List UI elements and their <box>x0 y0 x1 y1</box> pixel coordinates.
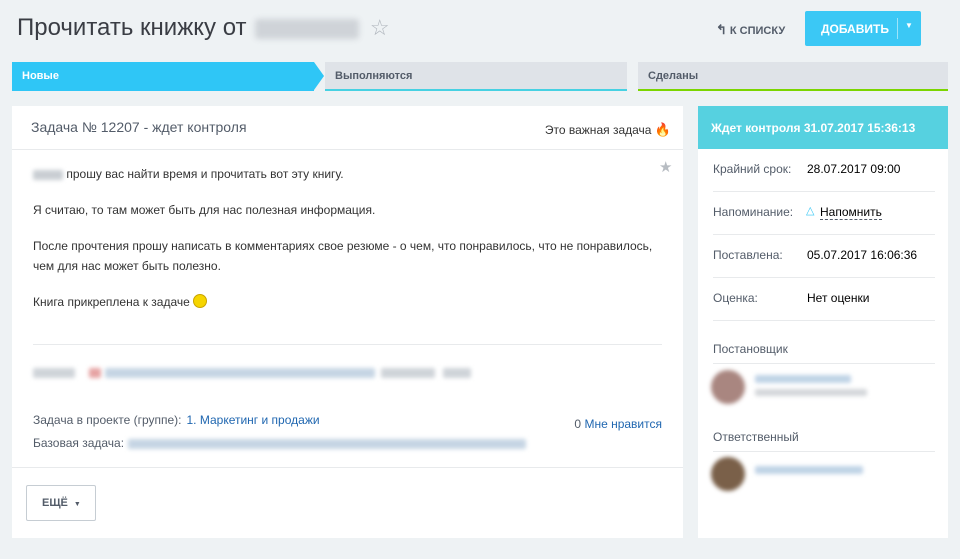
add-button[interactable]: ДОБАВИТЬ ▼ <box>805 11 921 46</box>
like-link[interactable]: Мне нравится <box>584 417 662 431</box>
created-label: Поставлена: <box>713 248 783 262</box>
base-task-row: Базовая задача: <box>33 436 527 450</box>
rating-value[interactable]: Нет оценки <box>807 291 869 305</box>
reminder-row: Напоминание: △ Напомнить <box>713 192 935 235</box>
blurred-file-size <box>381 368 435 378</box>
back-to-list-button[interactable]: ↰ К СПИСКУ <box>716 22 785 38</box>
favorite-star-icon[interactable]: ☆ <box>370 15 390 40</box>
description-paragraph: После прочтения прошу написать в коммент… <box>33 239 653 273</box>
star-icon[interactable]: ★ <box>659 158 672 176</box>
add-button-separator <box>897 18 898 39</box>
avatar <box>711 457 745 491</box>
rating-label: Оценка: <box>713 291 758 305</box>
blurred-person-name[interactable] <box>755 375 851 383</box>
deadline-label: Крайний срок: <box>713 162 792 176</box>
bell-icon: △ <box>806 205 815 217</box>
stage-in-progress[interactable]: Выполняются <box>325 62 627 91</box>
rating-row: Оценка: Нет оценки <box>713 278 935 321</box>
back-arrow-icon: ↰ <box>716 22 727 37</box>
page-title: Прочитать книжку от ☆ <box>17 14 390 42</box>
chevron-down-icon: ▼ <box>73 501 81 508</box>
avatar <box>711 370 745 404</box>
description-text: Книга прикреплена к задаче <box>33 295 190 309</box>
task-header: Задача № 12207 - ждет контроля Это важна… <box>12 106 683 150</box>
blurred-file-actions[interactable] <box>443 368 471 378</box>
more-button[interactable]: ЕЩЁ ▼ <box>26 485 96 521</box>
project-link[interactable]: 1. Маркетинг и продажи <box>187 413 320 427</box>
stage-done-label: Сделаны <box>648 70 699 82</box>
reminder-label: Напоминание: <box>713 205 794 219</box>
blurred-person-role <box>755 389 867 396</box>
task-sidebar: Ждет контроля 31.07.2017 15:36:13 Крайни… <box>698 106 948 538</box>
smiley-icon <box>193 294 208 308</box>
creator-section-title: Постановщик <box>713 342 935 364</box>
chevron-down-icon[interactable]: ▼ <box>905 21 913 30</box>
project-row: Задача в проекте (группе): 1. Маркетинг и… <box>33 413 320 427</box>
like-count: 0 <box>574 417 582 431</box>
description-text: прошу вас найти время и прочитать вот эт… <box>66 167 344 181</box>
pdf-file-icon <box>89 368 101 378</box>
task-title: Задача № 12207 - ждет контроля <box>31 119 247 135</box>
task-card: Задача № 12207 - ждет контроля Это важна… <box>12 106 683 538</box>
attached-files-row <box>33 368 473 380</box>
like-widget: 0 Мне нравится <box>574 417 662 431</box>
blurred-base-task-link[interactable] <box>128 438 527 449</box>
blurred-person-name[interactable] <box>755 466 863 474</box>
task-description: прошу вас найти время и прочитать вот эт… <box>33 164 653 328</box>
status-header: Ждет контроля 31.07.2017 15:36:13 <box>698 106 948 149</box>
responsible-section-title: Ответственный <box>713 430 935 452</box>
important-task-toggle[interactable]: Это важная задача 🔥 <box>545 122 671 138</box>
divider <box>33 344 662 345</box>
blurred-recipient-name <box>33 169 63 180</box>
page-title-text: Прочитать книжку от <box>17 14 247 41</box>
reminder-link[interactable]: Напомнить <box>820 205 882 220</box>
fire-icon: 🔥 <box>654 122 671 137</box>
deadline-row: Крайний срок: 28.07.2017 09:00 <box>713 149 935 192</box>
description-paragraph: Книга прикреплена к задаче <box>33 292 653 312</box>
base-task-label: Базовая задача: <box>33 436 125 450</box>
stage-done[interactable]: Сделаны <box>638 62 948 91</box>
blurred-author-name <box>255 18 360 39</box>
divider <box>12 467 683 468</box>
created-row: Поставлена: 05.07.2017 16:06:36 <box>713 235 935 278</box>
back-to-list-label: К СПИСКУ <box>729 25 786 37</box>
stage-in-progress-label: Выполняются <box>335 70 413 82</box>
blurred-files-label <box>33 368 75 378</box>
stage-new[interactable]: Новые <box>12 62 324 91</box>
deadline-value[interactable]: 28.07.2017 09:00 <box>807 162 900 176</box>
description-paragraph: Я считаю, то там может быть для нас поле… <box>33 203 376 217</box>
description-paragraph: прошу вас найти время и прочитать вот эт… <box>33 164 653 184</box>
created-value: 05.07.2017 16:06:36 <box>807 248 918 262</box>
stage-new-label: Новые <box>22 70 59 82</box>
add-button-label: ДОБАВИТЬ <box>821 22 889 36</box>
important-task-label: Это важная задача <box>544 123 652 137</box>
more-button-label: ЕЩЁ <box>42 497 68 509</box>
project-label: Задача в проекте (группе): <box>33 413 182 427</box>
blurred-file-link[interactable] <box>105 368 375 378</box>
